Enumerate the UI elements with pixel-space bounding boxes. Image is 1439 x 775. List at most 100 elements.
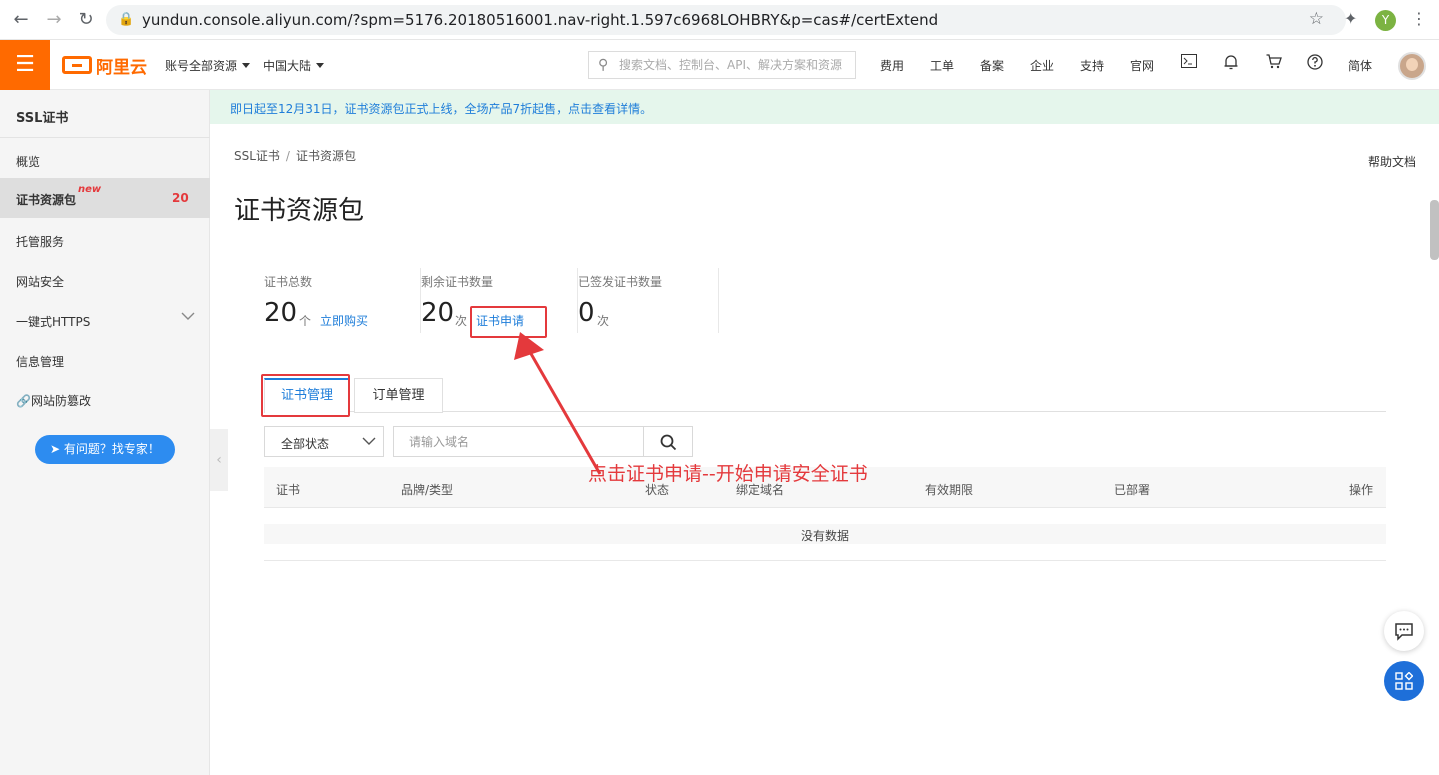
sidebar-item-anti-tamper-wrap: 🔗网站防篡改 <box>16 392 91 409</box>
global-search[interactable]: ⚲ <box>588 51 856 79</box>
extensions-icon[interactable]: ✦ <box>1344 9 1357 28</box>
empty-text: 没有数据 <box>800 529 849 543</box>
send-icon: ➤ <box>50 442 64 456</box>
reload-icon[interactable]: ↻ <box>74 8 98 32</box>
sidebar-item-label: 网站防篡改 <box>30 394 91 408</box>
breadcrumb-item-current: 证书资源包 <box>295 149 356 163</box>
stat-issued-certs: 已签发证书数量 0 次 <box>578 268 719 333</box>
region-dropdown-label: 中国大陆 <box>263 59 312 73</box>
chat-icon <box>1395 623 1413 641</box>
page-title: 证书资源包 <box>234 196 365 226</box>
sidebar: SSL证书 概览 证书资源包 new 20 托管服务 网站安全 一键式HTTPS… <box>0 90 210 775</box>
annotation-arrow-icon <box>514 332 602 475</box>
promo-notice-text[interactable]: 即日起至12月31日，证书资源包正式上线，全场产品7折起售，点击查看详情。 <box>230 100 652 117</box>
url-text[interactable]: yundun.console.aliyun.com/?spm=5176.2018… <box>142 11 938 29</box>
column-header-actions: 操作 <box>1349 483 1374 497</box>
profile-avatar[interactable]: Y <box>1375 10 1396 31</box>
status-select-value: 全部状态 <box>281 437 330 451</box>
terminal-icon[interactable] <box>1181 54 1197 72</box>
caret-down-icon <box>242 63 251 68</box>
chevron-down-icon[interactable] <box>181 310 195 325</box>
browser-toolbar: ← → ↻ 🔒 yundun.console.aliyun.com/?spm=5… <box>0 0 1439 40</box>
sidebar-item-managed-service[interactable]: 托管服务 <box>0 220 210 260</box>
address-bar[interactable]: 🔒 yundun.console.aliyun.com/?spm=5176.20… <box>106 5 1346 35</box>
forward-arrow-icon[interactable]: → <box>42 8 66 32</box>
sidebar-item-website-security[interactable]: 网站安全 <box>0 260 210 300</box>
apps-button[interactable] <box>1384 661 1424 701</box>
region-dropdown[interactable]: 中国大陆 <box>263 57 325 74</box>
page-scrollbar[interactable] <box>1430 200 1439 260</box>
browser-menu-icon[interactable]: ⋮ <box>1411 9 1427 28</box>
search-button[interactable] <box>643 426 693 457</box>
chevron-down-icon <box>362 432 376 450</box>
count-badge: 20 <box>172 191 189 205</box>
cart-icon[interactable] <box>1266 54 1282 73</box>
nav-billing[interactable]: 费用 <box>880 57 904 74</box>
aliyun-logo[interactable]: 阿里云 <box>62 54 147 78</box>
aliyun-logo-mark <box>62 56 92 74</box>
breadcrumb-item-ssl[interactable]: SSL证书 <box>234 149 280 163</box>
ask-expert-label: 有问题？找专家！ <box>63 442 160 456</box>
sidebar-item-info-management[interactable]: 信息管理 <box>0 340 210 380</box>
tab-order-management[interactable]: 订单管理 <box>354 378 443 413</box>
stat-value: 0 <box>578 298 595 328</box>
ask-expert-button[interactable]: ➤ 有问题？找专家！ <box>35 435 175 464</box>
column-header-cert: 证书 <box>276 483 301 497</box>
link-icon: 🔗 <box>16 394 31 408</box>
sidebar-item-anti-tamper[interactable]: 🔗网站防篡改 <box>0 379 210 419</box>
buy-now-link[interactable]: 立即购买 <box>320 312 368 329</box>
sidebar-item-label: 概览 <box>16 155 41 169</box>
nav-enterprise[interactable]: 企业 <box>1030 57 1054 74</box>
apps-grid-icon <box>1395 672 1413 690</box>
stat-unit: 次 <box>597 314 610 328</box>
new-badge: new <box>78 184 102 195</box>
user-avatar[interactable] <box>1398 52 1426 80</box>
sidebar-item-cert-package[interactable]: 证书资源包 new 20 <box>0 178 210 218</box>
back-arrow-icon[interactable]: ← <box>9 8 33 32</box>
column-header-deployed: 已部署 <box>1114 483 1151 497</box>
tab-bar: 证书管理 订单管理 <box>264 378 1386 413</box>
sidebar-divider <box>0 137 210 138</box>
sidebar-item-label: 证书资源包 <box>16 193 77 207</box>
hamburger-menu-icon[interactable]: ☰ <box>0 40 50 90</box>
status-select[interactable]: 全部状态 <box>264 426 384 457</box>
help-doc-link[interactable]: 帮助文档 <box>1368 153 1416 170</box>
sidebar-item-overview[interactable]: 概览 <box>0 140 210 180</box>
annotation-text: 点击证书申请--开始申请安全证书 <box>588 463 868 485</box>
sidebar-item-label: 信息管理 <box>16 355 65 369</box>
bookmark-star-icon[interactable]: ☆ <box>1309 9 1324 29</box>
table-empty-row: 没有数据 <box>264 524 1386 544</box>
stat-label: 已签发证书数量 <box>578 275 663 289</box>
stat-value: 20 <box>264 298 298 328</box>
stat-total-certs: 证书总数 20 个 立即购买 <box>264 268 421 333</box>
highlight-box-cert-tab <box>261 374 350 417</box>
nav-support[interactable]: 支持 <box>1080 57 1104 74</box>
account-dropdown[interactable]: 账号全部资源 <box>165 57 251 74</box>
language-switch[interactable]: 简体 <box>1348 57 1372 74</box>
nav-official-site[interactable]: 官网 <box>1130 57 1154 74</box>
stat-unit: 次 <box>455 314 468 328</box>
chat-button[interactable] <box>1384 611 1424 651</box>
sidebar-item-label: 一键式HTTPS <box>16 315 91 329</box>
bell-icon[interactable] <box>1224 54 1238 74</box>
stat-value: 20 <box>421 298 455 328</box>
lock-icon[interactable]: 🔒 <box>118 12 134 28</box>
stat-unit: 个 <box>299 314 312 328</box>
table-bottom-border <box>264 560 1386 561</box>
brand-name: 阿里云 <box>96 57 147 78</box>
sidebar-item-label: 托管服务 <box>16 235 65 249</box>
sidebar-collapse-handle[interactable]: ‹ <box>210 429 228 491</box>
help-question-icon[interactable] <box>1307 54 1323 74</box>
sidebar-item-one-click-https[interactable]: 一键式HTTPS <box>0 300 210 340</box>
stat-label: 证书总数 <box>264 275 313 289</box>
nav-icp[interactable]: 备案 <box>980 57 1004 74</box>
nav-ticket[interactable]: 工单 <box>930 57 954 74</box>
promo-notice-bar[interactable]: 即日起至12月31日，证书资源包正式上线，全场产品7折起售，点击查看详情。 <box>210 90 1439 124</box>
account-dropdown-label: 账号全部资源 <box>165 59 238 73</box>
search-icon: ⚲ <box>598 57 609 73</box>
console-topbar: ☰ 阿里云 账号全部资源 中国大陆 ⚲ 费用 工单 备案 企业 支持 官网 简体 <box>0 40 1439 90</box>
sidebar-item-label: 网站安全 <box>16 275 65 289</box>
global-search-input[interactable] <box>619 55 851 75</box>
chevron-left-icon: ‹ <box>216 452 222 468</box>
column-header-validity: 有效期限 <box>925 483 974 497</box>
